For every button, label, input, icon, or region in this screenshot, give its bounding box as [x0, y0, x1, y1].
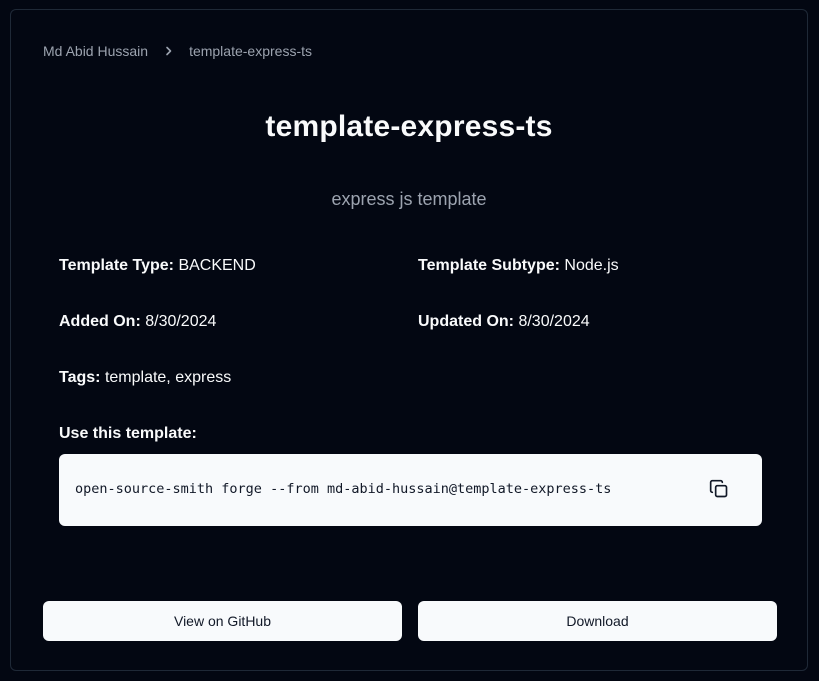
template-card: Md Abid Hussain template-express-ts temp…: [10, 9, 808, 671]
copy-icon: [709, 479, 729, 499]
use-template-label: Use this template:: [59, 425, 197, 442]
updated-on: Updated On: 8/30/2024: [418, 313, 590, 331]
chevron-right-icon: [162, 44, 176, 58]
breadcrumb-current: template-express-ts: [189, 43, 312, 59]
download-button[interactable]: Download: [418, 601, 777, 641]
tags-label: Tags:: [59, 369, 101, 386]
added-on-label: Added On:: [59, 313, 141, 330]
copy-button[interactable]: [704, 474, 734, 504]
template-type: Template Type: BACKEND: [59, 257, 256, 275]
command-box: open-source-smith forge --from md-abid-h…: [59, 454, 762, 526]
added-on: Added On: 8/30/2024: [59, 313, 216, 331]
tags: Tags: template, express: [59, 369, 231, 387]
template-subtype: Template Subtype: Node.js: [418, 257, 619, 275]
page-title: template-express-ts: [265, 110, 553, 143]
template-description: express js template: [331, 189, 487, 209]
template-subtype-value: Node.js: [564, 257, 619, 274]
template-type-value: BACKEND: [178, 257, 256, 274]
breadcrumb-owner-link[interactable]: Md Abid Hussain: [43, 43, 148, 59]
command-text: open-source-smith forge --from md-abid-h…: [75, 481, 612, 497]
updated-on-label: Updated On:: [418, 313, 514, 330]
template-subtype-label: Template Subtype:: [418, 257, 560, 274]
added-on-value: 8/30/2024: [145, 313, 217, 330]
tags-value: template, express: [104, 369, 232, 386]
template-type-label: Template Type:: [59, 257, 174, 274]
updated-on-value: 8/30/2024: [518, 313, 590, 330]
breadcrumb: Md Abid Hussain template-express-ts: [43, 43, 312, 59]
view-on-github-button[interactable]: View on GitHub: [43, 601, 402, 641]
